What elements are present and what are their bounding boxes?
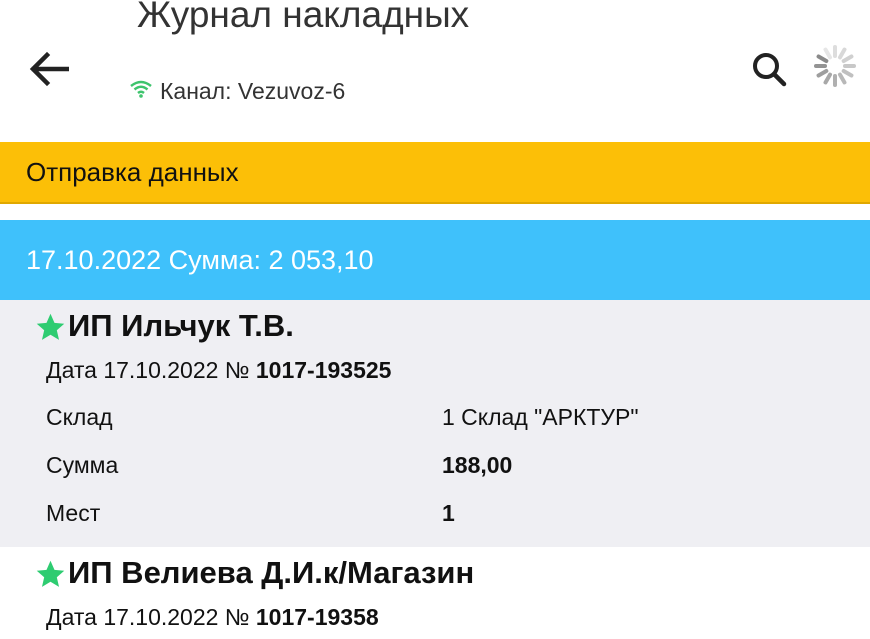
field-label: Мест (46, 500, 101, 526)
date-group-header[interactable]: 17.10.2022 Сумма: 2 053,10 (0, 220, 870, 300)
field-label: Сумма (46, 452, 119, 478)
customer-name: ИП Велиева Д.И.к/Магазин (68, 555, 475, 590)
wifi-icon (130, 80, 152, 98)
doc-number: 1017-193525 (255, 357, 392, 383)
doc-date-label: Дата 17.10.2022 № (46, 357, 250, 383)
star-icon (36, 313, 65, 340)
back-button[interactable] (24, 44, 74, 94)
customer-name: ИП Ильчук Т.В. (68, 308, 294, 343)
customer-title: ИП Ильчук Т.В. (34, 308, 294, 344)
field-value: 1 Склад "АРКТУР" (442, 404, 639, 430)
spinner-icon (814, 45, 856, 87)
doc-number: 1017-19358 (255, 604, 379, 630)
page-title: Журнал накладных (137, 0, 470, 35)
doc-info: Дата 17.10.2022 № 1017-19358 (46, 604, 379, 631)
sync-status-bar: Отправка данных (0, 142, 870, 204)
search-button[interactable] (748, 46, 790, 92)
doc-date-label: Дата 17.10.2022 № (46, 604, 250, 630)
channel-status: Канал: Vezuvoz-6 (130, 78, 345, 105)
invoice-card[interactable]: ИП Ильчук Т.В. Дата 17.10.2022 № 1017-19… (0, 300, 870, 547)
field-value: 1 (442, 500, 455, 526)
app-header: Журнал накладных Канал: Vezuvoz-6 (0, 0, 870, 142)
arrow-left-icon (29, 51, 69, 87)
star-icon (36, 560, 65, 587)
field-value: 188,00 (442, 452, 513, 478)
search-icon (753, 53, 787, 87)
customer-title: ИП Велиева Д.И.к/Магазин (34, 555, 474, 591)
field-label: Склад (46, 404, 113, 430)
doc-info: Дата 17.10.2022 № 1017-193525 (46, 357, 391, 384)
channel-label: Канал: Vezuvoz-6 (160, 78, 346, 104)
invoice-card[interactable]: ИП Велиева Д.И.к/Магазин Дата 17.10.2022… (0, 547, 870, 639)
